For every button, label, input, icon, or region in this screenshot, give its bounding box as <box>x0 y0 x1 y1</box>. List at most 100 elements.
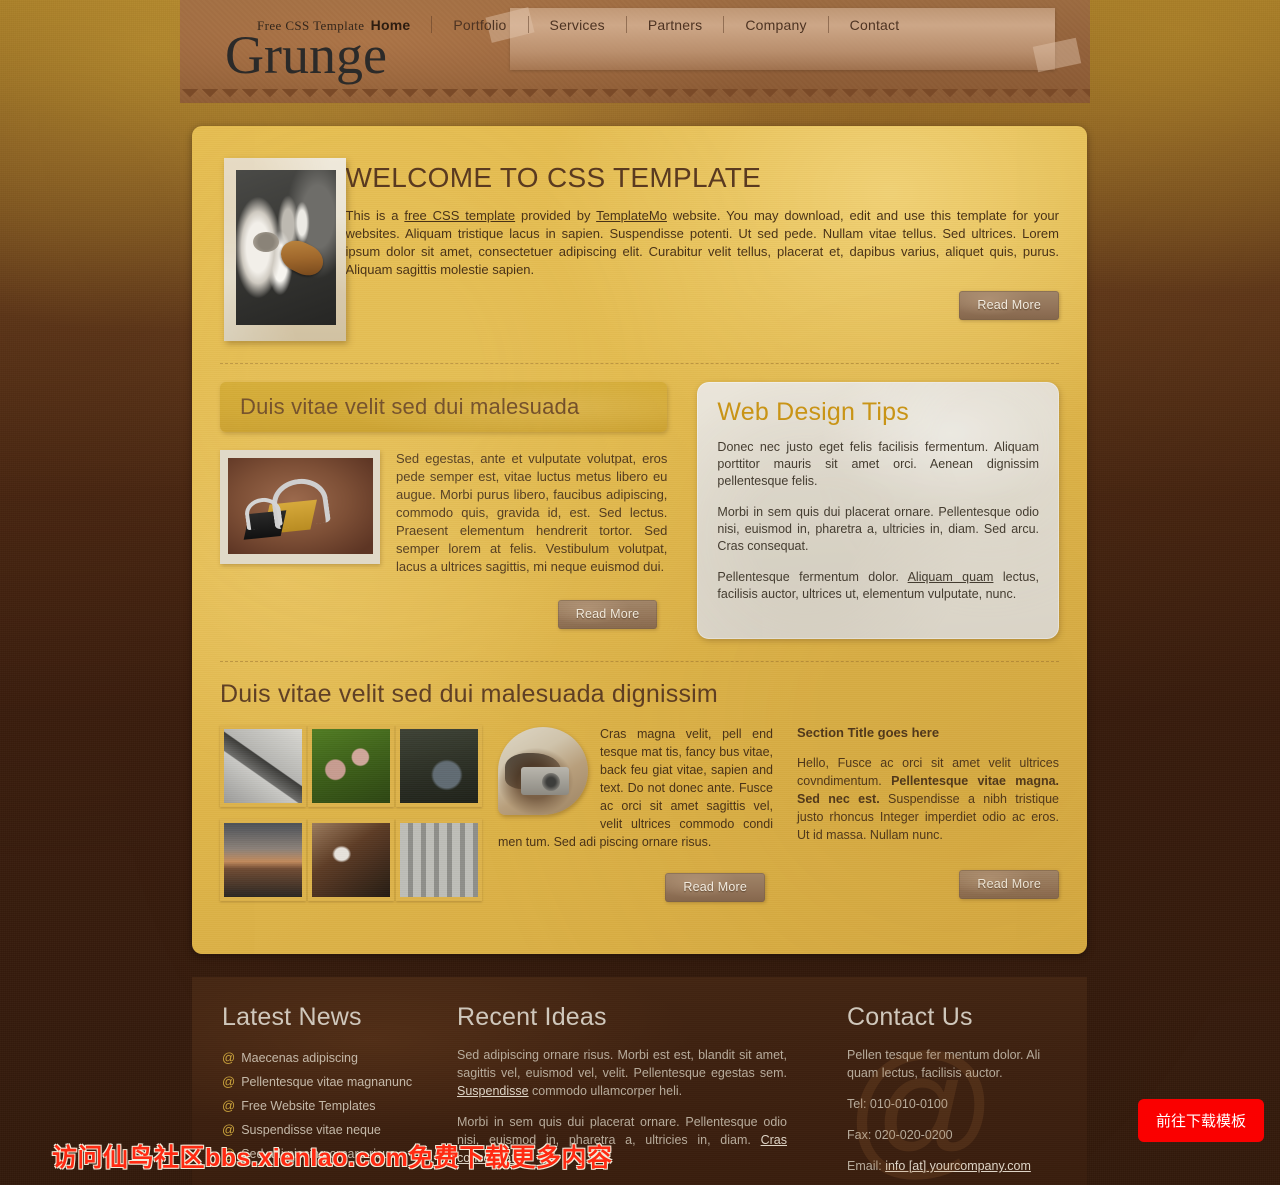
gallery-button-row: Read More <box>498 873 773 902</box>
thumbnail-orchid-flowers[interactable] <box>308 725 394 807</box>
ideas-p1-before: Sed adipiscing ornare risus. Morbi est e… <box>457 1048 787 1080</box>
thumbnail-ducks[interactable] <box>396 725 482 807</box>
thumbnail-sunset-lake[interactable] <box>220 818 306 901</box>
at-bullet-icon: @ <box>222 1098 236 1113</box>
thumbnail-spiral-spring[interactable] <box>220 725 306 807</box>
gallery-row: Cras magna velit, pell end tesque mat ti… <box>220 725 1059 902</box>
gallery-right-column: Section Title goes here Hello, Fusce ac … <box>797 725 1059 902</box>
middle-heading-bar: Duis vitae velit sed dui malesuada <box>220 382 668 432</box>
thumbnail-cat-face[interactable] <box>308 818 394 901</box>
news-item-label: Pellentesque vitae magnanunc <box>241 1075 413 1089</box>
welcome-text-2: provided by <box>515 208 597 223</box>
section-title-heading: Section Title goes here <box>797 725 940 740</box>
templatemo-link[interactable]: TemplateMo <box>596 208 667 223</box>
contact-tel: Tel: 010-010-0100 <box>847 1097 948 1111</box>
camera-lens <box>542 772 561 791</box>
list-item[interactable]: @ Pellentesque vitae magnanunc <box>222 1070 457 1094</box>
thumb-image <box>312 822 390 897</box>
free-css-template-link[interactable]: free CSS template <box>404 208 515 223</box>
welcome-photo-frame <box>224 158 346 341</box>
tips-p3-before: Pellentesque fermentum dolor. <box>717 570 908 584</box>
suspendisse-link[interactable]: Suspendisse <box>457 1084 529 1098</box>
nav-item-services[interactable]: Services <box>529 17 626 33</box>
flower-beetle-photo <box>236 170 336 325</box>
binder-clip-photo-frame <box>220 450 380 564</box>
flower-center <box>252 232 279 252</box>
nav-item-company[interactable]: Company <box>724 17 827 33</box>
at-bullet-icon: @ <box>222 1074 236 1089</box>
nav-item-contact[interactable]: Contact <box>829 17 921 33</box>
middle-section: Duis vitae velit sed dui malesuada Sed e… <box>192 364 1087 639</box>
footer-columns: Latest News @ Maecenas adipiscing @ Pellen… <box>192 977 1087 1185</box>
middle-read-more-button[interactable]: Read More <box>558 600 658 629</box>
binder-clips-photo <box>228 458 373 554</box>
list-item[interactable]: @ Sed adi piscing ornare risus <box>222 1142 457 1166</box>
middle-paragraph: Sed egestas, ante et vulputate volutpat,… <box>396 451 668 574</box>
nav-item-portfolio[interactable]: Portfolio <box>432 17 527 33</box>
middle-button-row: Read More <box>220 600 667 629</box>
gallery-right-button-row: Read More <box>797 870 1059 899</box>
welcome-text-block: WELCOME TO CSS TEMPLATE This is a free C… <box>346 158 1059 341</box>
news-item-label: Suspendisse vitae neque <box>241 1123 381 1137</box>
thumbnail-grid <box>220 725 482 902</box>
gallery-heading: Duis vitae velit sed dui malesuada digni… <box>220 680 718 708</box>
site-header: Free CSS Template Grunge Home Portfolio … <box>180 0 1090 103</box>
email-link[interactable]: info [at] yourcompany.com <box>885 1159 1031 1173</box>
tips-title: Web Design Tips <box>717 398 909 426</box>
list-item[interactable]: @ Maecenas adipiscing <box>222 1046 457 1070</box>
gallery-right-paragraph: Hello, Fusce ac orci sit amet velit ultr… <box>797 754 1059 844</box>
download-template-button[interactable]: 前往下载模板 <box>1137 1099 1264 1142</box>
welcome-section: WELCOME TO CSS TEMPLATE This is a free C… <box>192 126 1087 341</box>
contact-paragraph: Pellen tesque fer mentum dolor. Ali quam… <box>847 1048 1041 1080</box>
divider-wrap-1 <box>192 341 1087 364</box>
list-item[interactable]: @ Suspendisse vitae neque <box>222 1118 457 1142</box>
divider-wrap-2 <box>192 639 1087 662</box>
ideas-p1-after: commodo ullamcorper heli. <box>528 1084 683 1098</box>
aliquam-quam-link[interactable]: Aliquam quam <box>908 570 994 584</box>
ideas-paragraph-1: Sed adipiscing ornare risus. Morbi est e… <box>457 1046 787 1100</box>
middle-heading: Duis vitae velit sed dui malesuada <box>240 394 580 419</box>
welcome-button-row: Read More <box>346 291 1059 320</box>
thumb-image <box>224 729 302 803</box>
middle-left-column: Duis vitae velit sed dui malesuada Sed e… <box>220 382 668 639</box>
news-item-label: Maecenas adipiscing <box>241 1051 358 1065</box>
middle-content-row: Sed egestas, ante et vulputate volutpat,… <box>220 450 667 588</box>
list-item[interactable]: @ Free Website Templates <box>222 1094 457 1118</box>
thumb-image <box>400 822 478 897</box>
nav-item-partners[interactable]: Partners <box>627 17 724 33</box>
news-item-label: Free Website Templates <box>241 1099 376 1113</box>
contact-fax: Fax: 020-020-0200 <box>847 1128 953 1142</box>
contact-us-title: Contact Us <box>847 1003 973 1031</box>
web-design-tips-box: Web Design Tips Donec nec justo eget fel… <box>697 382 1059 639</box>
main-navigation: Home Portfolio Services Partners Company… <box>180 16 1090 33</box>
thumb-image <box>224 822 302 897</box>
tips-paragraph-2: Morbi in sem quis dui placerat ornare. P… <box>717 505 1039 553</box>
section-read-more-button[interactable]: Read More <box>959 870 1059 899</box>
ideas-paragraph-2: Morbi in sem quis dui placerat ornare. P… <box>457 1113 787 1167</box>
latest-news-column: Latest News @ Maecenas adipiscing @ Pellen… <box>222 1003 457 1185</box>
recent-ideas-title: Recent Ideas <box>457 1003 607 1031</box>
contact-us-column: @ Contact Us Pellen tesque fer mentum do… <box>815 1003 1057 1185</box>
welcome-paragraph: This is a free CSS template provided by … <box>346 207 1059 279</box>
gallery-section: Duis vitae velit sed dui malesuada digni… <box>192 662 1087 902</box>
ideas-p2-before: Morbi in sem quis dui placerat ornare. P… <box>457 1115 787 1147</box>
welcome-read-more-button[interactable]: Read More <box>959 291 1059 320</box>
beetle-shape <box>275 234 329 281</box>
welcome-text-1: This is a <box>345 208 405 223</box>
tips-paragraph-1: Donec nec justo eget felis facilisis fer… <box>717 440 1039 488</box>
header-zigzag-edge <box>180 89 1090 103</box>
nav-item-home[interactable]: Home <box>350 17 432 33</box>
gallery-text-column: Cras magna velit, pell end tesque mat ti… <box>498 725 773 902</box>
thumb-image <box>312 729 390 803</box>
logo-wordmark: Grunge <box>225 25 387 85</box>
at-bullet-icon: @ <box>222 1122 236 1137</box>
gallery-read-more-button[interactable]: Read More <box>665 873 765 902</box>
email-label: Email: <box>847 1159 886 1173</box>
site-footer: Latest News @ Maecenas adipiscing @ Pellen… <box>192 977 1087 1185</box>
page-title: WELCOME TO CSS TEMPLATE <box>345 162 762 193</box>
vintage-camera-image <box>498 727 588 815</box>
thumb-image <box>400 729 478 803</box>
latest-news-title: Latest News <box>222 1003 362 1031</box>
thumbnail-arches-corridor[interactable] <box>396 818 482 901</box>
at-bullet-icon: @ <box>222 1050 236 1065</box>
